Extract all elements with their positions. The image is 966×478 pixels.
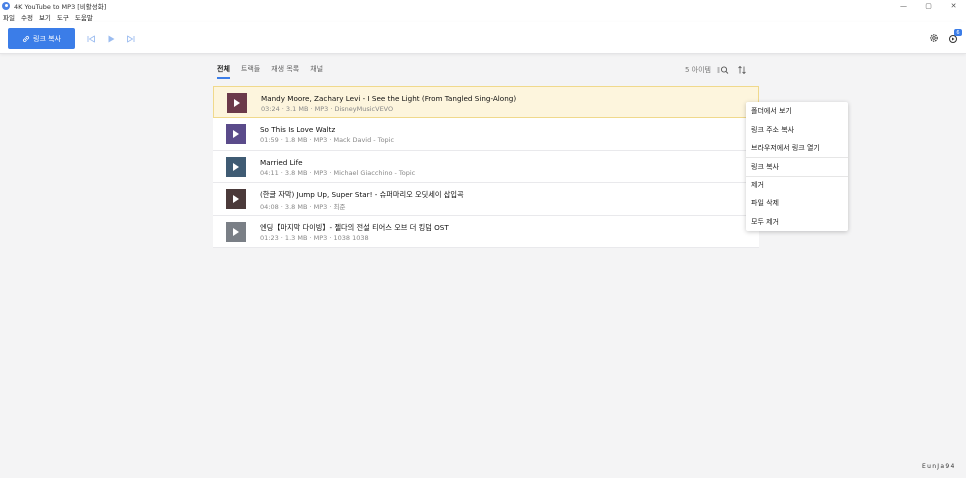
sort-icon[interactable]: [737, 65, 747, 75]
item-meta: 01:59 · 1.8 MB · MP3 · Mack David - Topi…: [260, 136, 395, 145]
list-item[interactable]: (한글 자막) Jump Up, Super Star! - 슈퍼마리오 오딧세…: [213, 183, 759, 216]
list-tools: 5 아이템: [685, 65, 747, 75]
list-item[interactable]: 엔딩【마지막 다이빙】- 젤다의 전설 티어스 오브 더 킹덤 OST 01:2…: [213, 215, 759, 248]
search-icon[interactable]: [717, 65, 729, 75]
list-item[interactable]: So This Is Love Waltz 01:59 · 1.8 MB · M…: [213, 118, 759, 151]
tab-bar: 전체 트랙들 재생 목록 채널: [217, 64, 334, 80]
close-button[interactable]: ✕: [941, 0, 966, 11]
tab-tracks[interactable]: 트랙들: [241, 64, 260, 79]
item-count: 5 아이템: [685, 66, 711, 74]
title-bar: 4K YouTube to MP3 [비활성화] — ▢ ✕: [0, 0, 966, 11]
thumbnail-play-icon[interactable]: [226, 189, 246, 210]
paste-link-button[interactable]: 링크 복사: [8, 28, 75, 49]
ctx-remove[interactable]: 제거: [746, 175, 848, 194]
ctx-show-in-folder[interactable]: 폴더에서 보기: [746, 102, 848, 120]
ctx-copy-link[interactable]: 링크 복사: [746, 157, 848, 175]
list-item[interactable]: Married Life 04:11 · 3.8 MB · MP3 · Mich…: [213, 150, 759, 184]
ctx-delete-file[interactable]: 파일 삭제: [746, 194, 848, 212]
minimize-button[interactable]: —: [891, 0, 916, 11]
tab-playlists[interactable]: 재생 목록: [271, 64, 299, 79]
item-meta: 03:24 · 3.1 MB · MP3 · DisneyMusicVEVO: [261, 105, 394, 113]
tab-channels[interactable]: 채널: [310, 64, 323, 79]
item-title: So This Is Love Waltz: [260, 125, 336, 135]
list-item[interactable]: Mandy Moore, Zachary Levi - I See the Li…: [213, 86, 759, 119]
subscription-count-badge: 6: [954, 29, 962, 36]
skip-back-icon[interactable]: [86, 34, 96, 44]
menu-tools[interactable]: 도구: [57, 12, 69, 22]
menu-view[interactable]: 보기: [39, 12, 51, 22]
tab-all[interactable]: 전체: [217, 64, 230, 79]
link-icon: [23, 35, 29, 42]
window-title: 4K YouTube to MP3 [비활성화]: [14, 2, 107, 11]
menu-help[interactable]: 도움말: [75, 12, 93, 22]
skip-forward-icon[interactable]: [126, 34, 136, 44]
thumbnail-play-icon[interactable]: [226, 156, 246, 177]
item-meta: 04:11 · 3.8 MB · MP3 · Michael Giacchino…: [260, 168, 416, 177]
item-title: 엔딩【마지막 다이빙】- 젤다의 전설 티어스 오브 더 킹덤 OST: [260, 222, 449, 232]
thumbnail-play-icon[interactable]: [226, 221, 246, 242]
app-logo-icon: [2, 1, 10, 10]
menu-file[interactable]: 파일: [3, 12, 15, 22]
download-list: Mandy Moore, Zachary Levi - I See the Li…: [213, 86, 759, 248]
ctx-open-in-browser[interactable]: 브라우저에서 링크 열기: [746, 139, 848, 157]
item-meta: 01:23 · 1.3 MB · MP3 · 1038 1038: [260, 233, 369, 242]
gear-icon[interactable]: [929, 33, 939, 43]
maximize-button[interactable]: ▢: [916, 0, 941, 11]
item-title: (한글 자막) Jump Up, Super Star! - 슈퍼마리오 오딧세…: [260, 190, 464, 200]
menu-edit[interactable]: 수정: [21, 12, 33, 22]
watermark: EunJa94: [922, 463, 956, 470]
item-title: Mandy Moore, Zachary Levi - I See the Li…: [261, 94, 517, 103]
ctx-copy-link-address[interactable]: 링크 주소 복사: [746, 120, 848, 138]
thumbnail-play-icon[interactable]: [227, 93, 247, 113]
paste-link-label: 링크 복사: [33, 34, 61, 43]
context-menu: 폴더에서 보기 링크 주소 복사 브라우저에서 링크 열기 링크 복사 제거 파…: [746, 102, 848, 231]
item-title: Married Life: [260, 157, 303, 167]
item-meta: 04:08 · 3.8 MB · MP3 · 최준: [260, 203, 346, 212]
window-controls: — ▢ ✕: [891, 0, 966, 11]
play-icon[interactable]: [106, 34, 116, 44]
ctx-remove-all[interactable]: 모두 제거: [746, 212, 848, 230]
menu-bar: 파일 수정 보기 도구 도움말: [0, 11, 966, 22]
toolbar: 링크 복사: [0, 22, 966, 54]
thumbnail-play-icon[interactable]: [226, 124, 246, 145]
